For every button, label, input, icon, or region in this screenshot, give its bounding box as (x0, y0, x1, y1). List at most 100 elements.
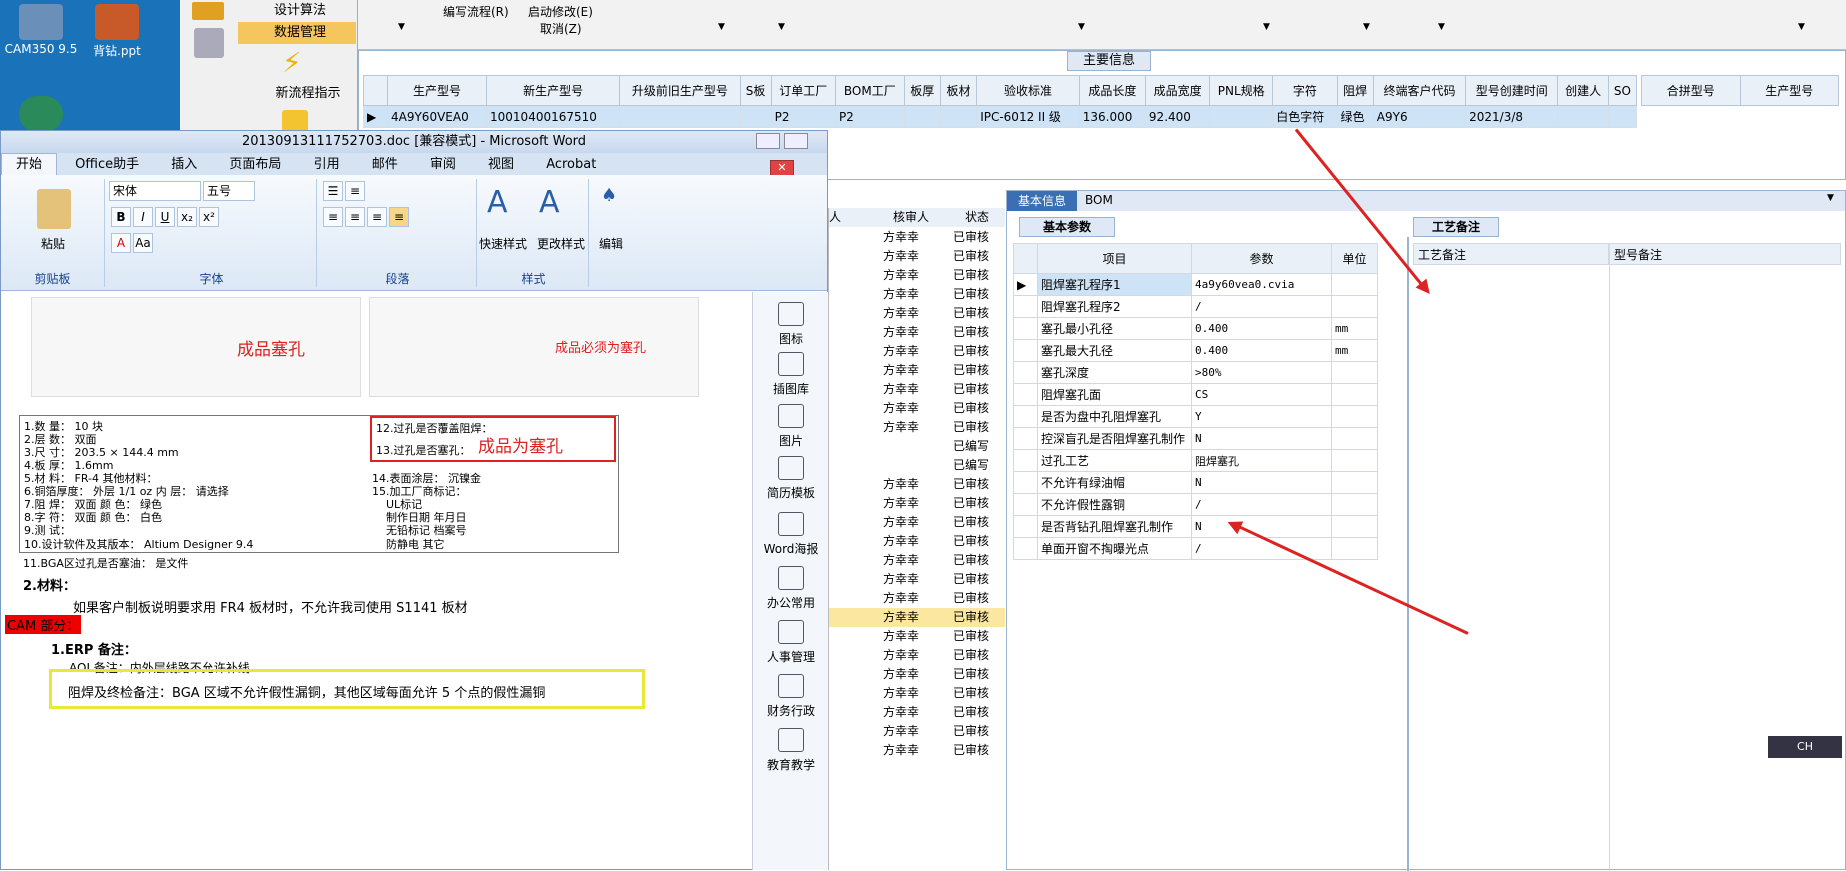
tool-3[interactable]: 简历模板 (753, 456, 829, 501)
list-item[interactable]: 方幸幸 已审核 (829, 285, 1005, 304)
numbering-icon[interactable]: ≡ (345, 181, 365, 201)
chevron-down-icon[interactable]: ▼ (718, 22, 725, 32)
justify-icon[interactable]: ≡ (389, 207, 409, 227)
tab-bom[interactable]: BOM (1085, 193, 1113, 207)
param-row[interactable]: 是否背钻孔阻焊塞孔制作 N (1013, 515, 1378, 538)
chevron-down-icon[interactable]: ▼ (1798, 22, 1805, 32)
desktop-shortcut[interactable] (2, 96, 80, 134)
col-header[interactable]: 板材 (939, 75, 978, 106)
param-row[interactable]: 塞孔深度 >80% (1013, 361, 1378, 384)
param-row[interactable]: 阻焊塞孔面 CS (1013, 383, 1378, 406)
col-header[interactable]: 升级前旧生产型号 (619, 75, 741, 106)
nav-data-management[interactable]: 数据管理 (238, 22, 356, 44)
tab-home[interactable]: 开始 (1, 153, 58, 176)
chevron-down-icon[interactable]: ▼ (1827, 193, 1834, 203)
close-icon[interactable]: ✕ (770, 160, 794, 176)
col-header[interactable]: 终端客户代码 (1372, 75, 1467, 106)
param-row[interactable]: 阻焊塞孔程序2/ (1013, 295, 1378, 318)
col-header[interactable]: 新生产型号 (486, 75, 621, 106)
list-item[interactable]: 方幸幸 已审核 (829, 684, 1005, 703)
param-row[interactable]: 塞孔最小孔径 0.400 mm (1013, 317, 1378, 340)
param-value[interactable]: >80% (1191, 361, 1332, 384)
col-header[interactable]: PNL规格 (1209, 75, 1274, 106)
list-item[interactable]: 方幸幸 已审核 (829, 741, 1005, 760)
chevron-down-icon[interactable]: ▼ (1363, 22, 1370, 32)
tab-basic-params[interactable]: 基本参数 (1019, 217, 1115, 237)
list-item[interactable]: 方幸幸 已审核 (829, 228, 1005, 247)
col-header[interactable]: SO (1607, 75, 1638, 106)
chevron-down-icon[interactable]: ▼ (1078, 22, 1085, 32)
list-item[interactable]: 方幸幸 已审核 (829, 247, 1005, 266)
list-item[interactable]: 方幸幸 已审核 (829, 266, 1005, 285)
list-item[interactable]: 方幸幸 已审核 (829, 494, 1005, 513)
tool-7[interactable]: 财务行政 (753, 674, 829, 719)
list-item[interactable]: 方幸幸 已审核 (829, 722, 1005, 741)
tab-references[interactable]: 引用 (300, 154, 354, 176)
menu-start-modify[interactable]: 启动修改(E) (528, 3, 593, 20)
tool-0[interactable]: 图标 (753, 302, 829, 347)
case-button[interactable]: Aa (133, 233, 153, 253)
tool-2[interactable]: 图片 (753, 404, 829, 449)
ppt-shortcut[interactable]: 背钻.ppt (78, 4, 156, 59)
superscript-button[interactable]: x² (199, 207, 219, 227)
list-item[interactable]: 方幸幸 已审核 (829, 513, 1005, 532)
col-header[interactable]: 验收标准 (976, 75, 1080, 106)
list-item[interactable]: 方幸幸 已审核 (829, 570, 1005, 589)
minimize-icon[interactable] (755, 133, 780, 149)
param-value[interactable]: / (1191, 295, 1332, 318)
quick-style-button[interactable]: 快速样式 (479, 235, 527, 252)
tab-mailings[interactable]: 邮件 (358, 154, 412, 176)
chevron-down-icon[interactable]: ▼ (778, 22, 785, 32)
paste-icon[interactable] (37, 189, 71, 229)
tab-review[interactable]: 审阅 (416, 154, 470, 176)
list-item[interactable]: 方幸幸 已审核 (829, 361, 1005, 380)
list-item[interactable]: 方幸幸 已审核 (829, 399, 1005, 418)
tab-basic-info[interactable]: 基本信息 (1007, 191, 1077, 211)
param-value[interactable]: Y (1191, 405, 1332, 428)
param-value[interactable]: 4a9y60vea0.cvia (1191, 273, 1332, 296)
tool-5[interactable]: 办公常用 (753, 566, 829, 611)
tool-4[interactable]: Word海报 (753, 512, 829, 557)
param-row[interactable]: 单面开窗不掏曝光点 / (1013, 537, 1378, 560)
tab-process-notes[interactable]: 工艺备注 (1413, 217, 1499, 237)
col-header[interactable]: 成品宽度 (1144, 75, 1211, 106)
col-header[interactable]: 单位 (1331, 243, 1378, 274)
nav-new-process[interactable]: 新流程指示 (258, 82, 358, 101)
col-header[interactable]: 核审人 (873, 208, 949, 227)
list-item[interactable]: 方幸幸 已审核 (829, 703, 1005, 722)
col-header[interactable]: 合拼型号 (1641, 75, 1741, 106)
grid-tool-icon[interactable] (192, 2, 224, 20)
col-header[interactable]: 订单工厂 (770, 75, 836, 106)
list-item[interactable]: 方幸幸 已审核 (829, 304, 1005, 323)
tab-page-layout[interactable]: 页面布局 (215, 154, 295, 176)
chevron-down-icon[interactable]: ▼ (1438, 22, 1445, 32)
table-row[interactable]: ▶ 4A9Y60VEA0 10010400167510 P2 P2 IPC-60… (363, 105, 1638, 128)
param-value[interactable]: / (1191, 537, 1332, 560)
ime-indicator[interactable]: CH (1768, 736, 1842, 758)
paste-button[interactable]: 粘贴 (41, 235, 65, 252)
col-header[interactable]: 字符 (1272, 75, 1338, 106)
tab-insert[interactable]: 插入 (157, 154, 211, 176)
tool-8[interactable]: 教育教学 (753, 728, 829, 773)
col-header[interactable]: 生产型号 (386, 75, 488, 106)
tab-acrobat[interactable]: Acrobat (532, 154, 610, 176)
font-color-button[interactable]: A (111, 233, 131, 253)
col-header[interactable]: S板 (739, 75, 772, 106)
param-value[interactable]: N (1191, 471, 1332, 494)
change-style-button[interactable]: 更改样式 (537, 235, 585, 252)
col-header[interactable]: 项目 (1037, 243, 1192, 274)
list-item[interactable]: 方幸幸 已审核 (829, 589, 1005, 608)
col-header[interactable]: 状态 (949, 208, 1005, 227)
calculator-icon[interactable] (194, 28, 224, 58)
change-style-icon[interactable]: A (539, 185, 560, 220)
edit-button[interactable]: 编辑 (599, 235, 623, 252)
param-value[interactable]: CS (1191, 383, 1332, 406)
bullets-icon[interactable]: ☰ (323, 181, 343, 201)
param-row[interactable]: 塞孔最大孔径 0.400 mm (1013, 339, 1378, 362)
list-item[interactable]: 方幸幸 已审核 (829, 665, 1005, 684)
tool-6[interactable]: 人事管理 (753, 620, 829, 665)
col-header[interactable]: 生产型号 (1739, 75, 1839, 106)
list-item[interactable]: 方幸幸 已审核 (829, 646, 1005, 665)
param-row[interactable]: 不允许假性露铜 / (1013, 493, 1378, 516)
param-value[interactable]: 0.400 (1191, 317, 1332, 340)
